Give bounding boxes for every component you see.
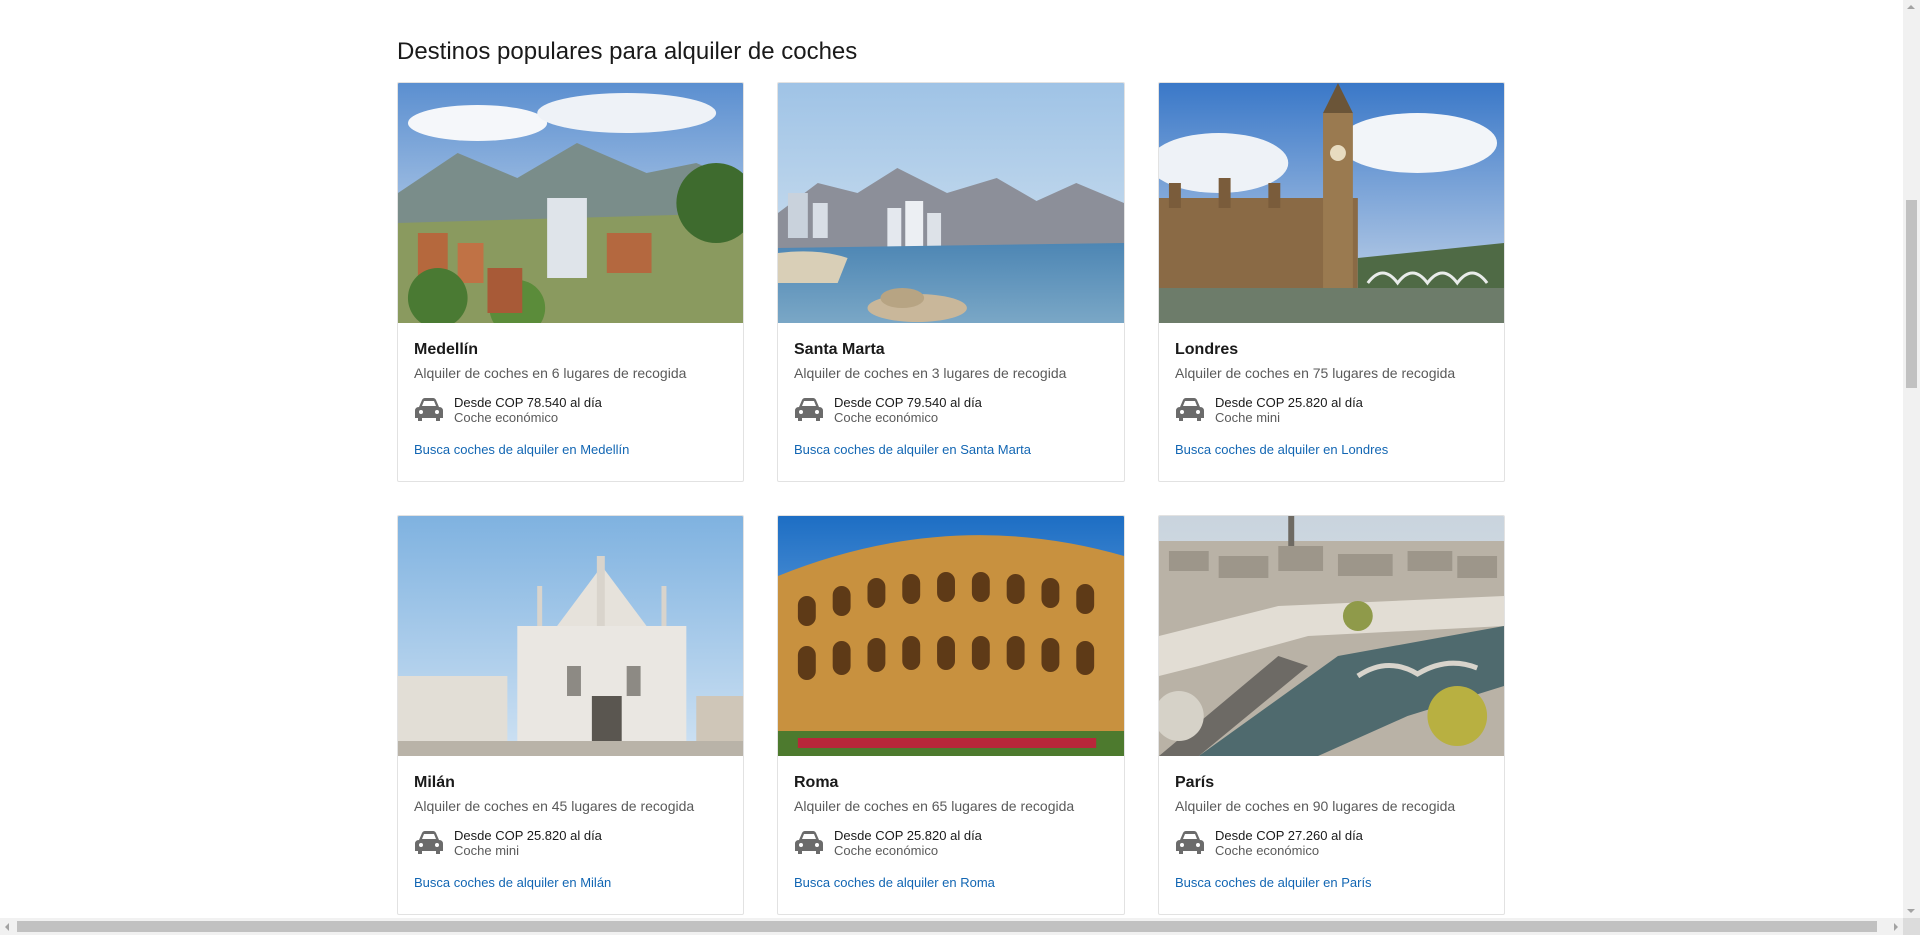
car-type: Coche económico (454, 410, 559, 425)
destination-card-londres[interactable]: Londres Alquiler de coches en 75 lugares… (1158, 82, 1505, 482)
vertical-scrollbar[interactable] (1903, 0, 1920, 918)
search-cars-link[interactable]: Busca coches de alquiler en Roma (794, 875, 995, 890)
car-type: Coche mini (454, 843, 520, 858)
price-info: Desde COP 78.540 al día Coche económico (454, 395, 602, 425)
city-name: Roma (794, 774, 839, 791)
car-type: Coche económico (1215, 843, 1320, 858)
car-icon (1175, 830, 1205, 856)
destination-photo[interactable] (1159, 83, 1504, 323)
pickup-locations: Alquiler de coches en 45 lugares de reco… (414, 798, 695, 814)
scroll-left-arrow-icon[interactable] (5, 923, 9, 931)
price-info: Desde COP 25.820 al día Coche mini (1215, 395, 1363, 425)
car-icon (1175, 397, 1205, 423)
price-row: Desde COP 78.540 al día Coche económico (414, 395, 727, 425)
destination-card-milan[interactable]: Milán Alquiler de coches en 45 lugares d… (397, 515, 744, 915)
destination-photo[interactable] (398, 516, 743, 756)
price-row: Desde COP 25.820 al día Coche mini (414, 828, 727, 858)
price-label: Desde COP 25.820 al día (454, 828, 602, 843)
city-name: Milán (414, 774, 455, 791)
price-row: Desde COP 25.820 al día Coche mini (1175, 395, 1488, 425)
horizontal-scroll-thumb[interactable] (17, 921, 1877, 932)
car-type: Coche mini (1215, 410, 1281, 425)
destination-card-medellin[interactable]: Medellín Alquiler de coches en 6 lugares… (397, 82, 744, 482)
section-title: Destinos populares para alquiler de coch… (397, 38, 858, 65)
horizontal-scrollbar[interactable] (0, 918, 1903, 935)
car-icon (794, 397, 824, 423)
search-cars-link[interactable]: Busca coches de alquiler en París (1175, 875, 1372, 890)
price-label: Desde COP 25.820 al día (834, 828, 982, 843)
price-label: Desde COP 78.540 al día (454, 395, 602, 410)
pickup-locations: Alquiler de coches en 65 lugares de reco… (794, 798, 1075, 814)
price-label: Desde COP 27.260 al día (1215, 828, 1363, 843)
price-info: Desde COP 27.260 al día Coche económico (1215, 828, 1363, 858)
price-info: Desde COP 25.820 al día Coche mini (454, 828, 602, 858)
search-cars-link[interactable]: Busca coches de alquiler en Milán (414, 875, 611, 890)
city-name: Medellín (414, 341, 479, 358)
scroll-right-arrow-icon[interactable] (1894, 923, 1898, 931)
destination-card-paris[interactable]: París Alquiler de coches en 90 lugares d… (1158, 515, 1505, 915)
destination-photo[interactable] (398, 83, 743, 323)
price-info: Desde COP 79.540 al día Coche económico (834, 395, 982, 425)
scroll-up-arrow-icon[interactable] (1907, 5, 1915, 9)
car-icon (414, 830, 444, 856)
vertical-scroll-thumb[interactable] (1906, 200, 1917, 388)
card-body: París Alquiler de coches en 90 lugares d… (1159, 756, 1504, 892)
card-body: Santa Marta Alquiler de coches en 3 luga… (778, 323, 1124, 459)
destination-card-roma[interactable]: Roma Alquiler de coches en 65 lugares de… (777, 515, 1125, 915)
car-icon (794, 830, 824, 856)
price-info: Desde COP 25.820 al día Coche económico (834, 828, 982, 858)
search-cars-link[interactable]: Busca coches de alquiler en Medellín (414, 442, 629, 457)
city-name: Londres (1175, 341, 1239, 358)
card-body: Londres Alquiler de coches en 75 lugares… (1159, 323, 1504, 459)
car-type: Coche económico (834, 410, 939, 425)
city-name: Santa Marta (794, 341, 885, 358)
price-row: Desde COP 79.540 al día Coche económico (794, 395, 1108, 425)
pickup-locations: Alquiler de coches en 3 lugares de recog… (794, 365, 1067, 381)
scrollbar-corner (1903, 918, 1920, 935)
search-cars-link[interactable]: Busca coches de alquiler en Londres (1175, 442, 1388, 457)
card-body: Milán Alquiler de coches en 45 lugares d… (398, 756, 743, 892)
search-cars-link[interactable]: Busca coches de alquiler en Santa Marta (794, 442, 1031, 457)
car-type: Coche económico (834, 843, 939, 858)
pickup-locations: Alquiler de coches en 90 lugares de reco… (1175, 798, 1456, 814)
car-icon (414, 397, 444, 423)
scroll-down-arrow-icon[interactable] (1907, 909, 1915, 913)
pickup-locations: Alquiler de coches en 75 lugares de reco… (1175, 365, 1456, 381)
city-name: París (1175, 774, 1215, 791)
card-body: Medellín Alquiler de coches en 6 lugares… (398, 323, 743, 459)
destination-photo[interactable] (778, 83, 1124, 323)
destination-card-santa-marta[interactable]: Santa Marta Alquiler de coches en 3 luga… (777, 82, 1125, 482)
price-label: Desde COP 79.540 al día (834, 395, 982, 410)
card-body: Roma Alquiler de coches en 65 lugares de… (778, 756, 1124, 892)
page: Destinos populares para alquiler de coch… (0, 0, 1920, 935)
destinations-grid: Medellín Alquiler de coches en 6 lugares… (397, 82, 1507, 915)
destination-photo[interactable] (1159, 516, 1504, 756)
pickup-locations: Alquiler de coches en 6 lugares de recog… (414, 365, 687, 381)
price-row: Desde COP 27.260 al día Coche económico (1175, 828, 1488, 858)
destination-photo[interactable] (778, 516, 1124, 756)
price-row: Desde COP 25.820 al día Coche económico (794, 828, 1108, 858)
price-label: Desde COP 25.820 al día (1215, 395, 1363, 410)
